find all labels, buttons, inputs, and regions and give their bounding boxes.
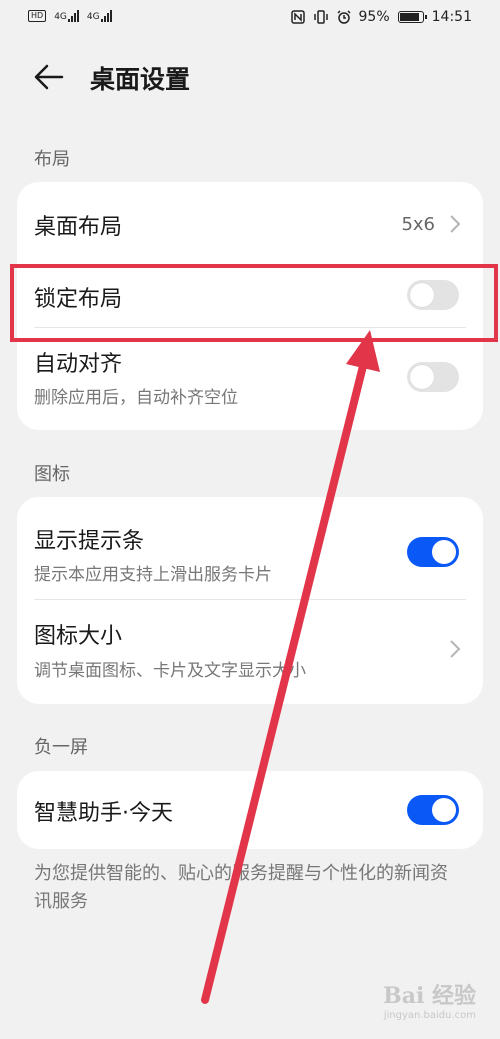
row-title: 显示提示条 — [34, 529, 145, 554]
row-auto-align[interactable]: 自动对齐 删除应用后，自动补齐空位 — [17, 328, 483, 430]
watermark-logo: Bai 经验 jingyan.baidu.com — [383, 978, 476, 1021]
row-title: 桌面布局 — [34, 215, 123, 240]
clock: 14:51 — [431, 9, 472, 25]
row-icon-size[interactable]: 图标大小 调节桌面图标、卡片及文字显示大小 — [17, 600, 483, 704]
show-hint-bar-toggle[interactable] — [407, 537, 459, 567]
lock-layout-toggle[interactable] — [407, 280, 459, 310]
chevron-right-icon — [450, 640, 461, 658]
vibrate-icon — [313, 10, 328, 24]
row-show-hint-bar[interactable]: 显示提示条 提示本应用支持上滑出服务卡片 — [17, 497, 483, 600]
card-layout: 桌面布局 5x6 锁定布局 自动对齐 删除应用后，自动补齐空位 — [17, 182, 483, 430]
watermark-sub: jingyan.baidu.com — [383, 1010, 476, 1021]
row-subtitle: 提示本应用支持上滑出服务卡片 — [34, 565, 272, 585]
card-minus-one: 智慧助手·今天 — [17, 771, 483, 849]
row-title: 锁定布局 — [34, 287, 123, 312]
row-desktop-layout[interactable]: 桌面布局 5x6 — [17, 182, 483, 266]
signal-1: 4G — [54, 10, 79, 22]
status-bar: HD 4G 4G 95% 14:51 — [0, 0, 500, 38]
toggle-knob — [410, 283, 434, 307]
toggle-knob — [410, 365, 434, 389]
nfc-icon — [290, 10, 305, 24]
page-title: 桌面设置 — [90, 65, 191, 94]
footer-note: 为您提供智能的、贴心的服务提醒与个性化的新闻资讯服务 — [34, 863, 448, 912]
toggle-knob — [432, 540, 456, 564]
card-icons: 显示提示条 提示本应用支持上滑出服务卡片 图标大小 调节桌面图标、卡片及文字显示… — [17, 497, 483, 704]
row-smart-assistant[interactable]: 智慧助手·今天 — [17, 771, 483, 849]
signal-2-bars-icon — [100, 10, 112, 22]
row-value: 5x6 — [401, 214, 435, 235]
auto-align-toggle[interactable] — [407, 362, 459, 392]
section-label-layout: 布局 — [34, 149, 70, 170]
row-title: 图标大小 — [34, 624, 123, 649]
status-left: HD 4G 4G — [28, 10, 112, 22]
chevron-right-icon — [450, 215, 461, 233]
toggle-knob — [432, 798, 456, 822]
row-subtitle: 调节桌面图标、卡片及文字显示大小 — [34, 661, 306, 681]
signal-2: 4G — [87, 10, 112, 22]
battery-icon — [397, 11, 427, 23]
section-label-icons: 图标 — [34, 464, 70, 485]
smart-assistant-toggle[interactable] — [407, 795, 459, 825]
hd-badge: HD — [28, 10, 47, 22]
battery-percent: 95% — [358, 9, 390, 25]
back-arrow-icon[interactable] — [34, 62, 64, 92]
section-label-minus-one: 负一屏 — [34, 737, 88, 758]
alarm-icon — [336, 10, 351, 24]
row-title: 智慧助手·今天 — [34, 801, 173, 826]
battery-fill — [399, 13, 419, 21]
signal-2-label: 4G — [86, 12, 100, 22]
signal-1-label: 4G — [54, 12, 67, 22]
signal-1-bars-icon — [67, 10, 79, 22]
watermark-text: Bai 经验 — [383, 983, 476, 1009]
row-title: 自动对齐 — [34, 352, 123, 377]
row-lock-layout[interactable]: 锁定布局 — [17, 266, 483, 328]
status-right: 95% 14:51 — [290, 9, 472, 25]
row-subtitle: 删除应用后，自动补齐空位 — [34, 388, 238, 408]
header: 桌面设置 — [0, 38, 500, 116]
